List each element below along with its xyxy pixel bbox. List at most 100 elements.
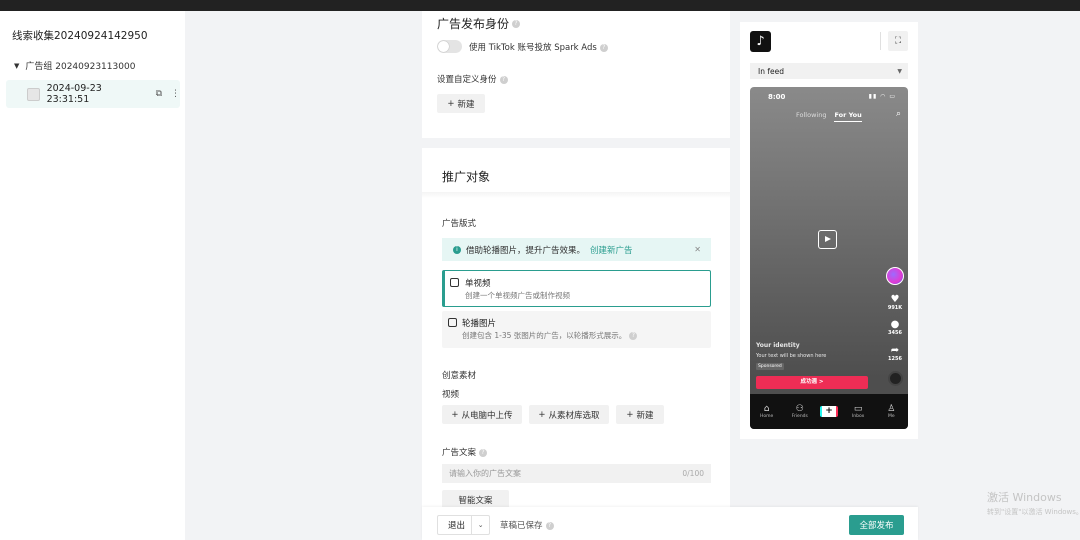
close-icon[interactable]: ✕ xyxy=(694,245,701,254)
upload-from-computer-button[interactable]: + 从电脑中上传 xyxy=(442,405,522,424)
select-from-library-label: 从素材库选取 xyxy=(548,410,600,421)
phone-ad-text: Your text will be shown here xyxy=(756,353,827,359)
share-action: ➦ 1256 xyxy=(883,345,907,362)
sponsored-badge: Sponsored xyxy=(756,363,784,370)
phone-feed-tabs: Following For You xyxy=(796,111,862,122)
smart-text-label: 智能文案 xyxy=(458,495,493,506)
watermark-title: 激活 Windows xyxy=(987,491,1062,504)
help-icon[interactable]: ? xyxy=(599,43,608,52)
upload-from-computer-label: 从电脑中上传 xyxy=(461,410,513,421)
video-icon xyxy=(450,278,459,287)
plus-icon: + xyxy=(451,409,459,420)
ad-text-label: 广告文案 xyxy=(442,448,477,458)
ad-item[interactable]: 2024-09-23 23:31:51 ⧉ ⋮ xyxy=(6,80,180,108)
windows-activation-watermark: 激活 Windows 转到"设置"以激活 Windows。 xyxy=(987,489,1080,517)
placement-select[interactable]: In feed ▼ xyxy=(750,63,908,79)
campaign-name[interactable]: 线索收集20240924142950 xyxy=(12,28,148,43)
exit-button[interactable]: 退出 ⌄ xyxy=(437,515,490,535)
help-icon[interactable]: ? xyxy=(512,19,521,28)
custom-identity-row: 设置自定义身份? xyxy=(437,73,508,85)
adgroup-item[interactable]: ▼ 广告组 20240923113000 xyxy=(14,59,136,73)
ad-thumbnail-icon xyxy=(27,87,40,101)
heart-icon: ♥ xyxy=(890,294,900,305)
plus-icon: + xyxy=(538,409,546,420)
friends-icon: ⚇ xyxy=(795,404,804,414)
new-video-label: 新建 xyxy=(636,410,654,421)
home-icon: ⌂ xyxy=(763,404,770,414)
video-label: 视频 xyxy=(442,390,460,400)
more-icon[interactable]: ⋮ xyxy=(171,89,180,99)
sidebar: 线索收集20240924142950 ▼ 广告组 20240923113000 … xyxy=(0,11,185,540)
spark-ads-toggle[interactable] xyxy=(437,40,462,53)
promotion-card: 推广对象 广告版式 i 借助轮播图片，提升广告效果。 创建新广告 ✕ 单视频 创… xyxy=(422,148,730,540)
search-icon: ⌕ xyxy=(895,109,901,119)
option-desc: 创建包含 1-35 张图片的广告，以轮播形式展示。? xyxy=(462,330,638,341)
ad-text-label-row: 广告文案? xyxy=(442,446,488,458)
phone-preview: 8:00 ▮▮ ◠ ▭ Following For You ⌕ ♥ 991K ● 3… xyxy=(750,87,908,429)
draft-status: 草稿已保存? xyxy=(500,519,554,531)
option-desc-text: 创建包含 1-35 张图片的广告，以轮播形式展示。 xyxy=(462,331,627,340)
format-option-carousel[interactable]: 轮播图片 创建包含 1-35 张图片的广告，以轮播形式展示。? xyxy=(442,311,711,348)
nav-label: Home xyxy=(759,414,774,419)
caret-down-icon[interactable]: ▼ xyxy=(14,62,19,70)
phone-bottom-nav: ⌂ Home ⚇ Friends + ▭ Inbox ♙ Me xyxy=(750,394,908,429)
adgroup-name: 广告组 20240923113000 xyxy=(25,62,136,72)
chevron-down-icon[interactable]: ⌄ xyxy=(471,516,489,534)
plus-icon: + xyxy=(447,98,455,109)
footer-bar: 退出 ⌄ 草稿已保存? 全部发布 xyxy=(422,507,918,540)
creative-label: 创意素材 xyxy=(442,371,477,381)
like-action: ♥ 991K xyxy=(883,294,907,311)
ad-text-input[interactable]: 请输入你的广告文案 0/100 xyxy=(442,464,711,483)
nav-label: Inbox xyxy=(851,414,865,419)
ad-name: 2024-09-23 23:31:51 xyxy=(46,83,102,105)
help-icon[interactable]: ? xyxy=(545,521,554,530)
tiktok-logo-icon: ♪ xyxy=(750,31,771,52)
phone-identity: Your identity xyxy=(756,342,800,349)
inbox-icon: ▭ xyxy=(853,404,863,414)
signal-battery-icon: ▮▮ ◠ ▭ xyxy=(868,93,896,100)
help-icon[interactable]: ? xyxy=(479,448,488,457)
like-count: 991K xyxy=(887,305,903,311)
help-icon[interactable]: ? xyxy=(629,332,638,340)
placement-value: In feed xyxy=(758,66,784,76)
new-identity-button[interactable]: + 新建 xyxy=(437,94,485,113)
comment-icon: ● xyxy=(890,319,900,330)
identity-title: 广告发布身份 xyxy=(437,17,510,31)
chevron-down-icon: ▼ xyxy=(897,67,902,75)
fullscreen-icon[interactable]: ⛶ xyxy=(888,31,908,51)
ad-text-placeholder: 请输入你的广告文案 xyxy=(449,469,521,478)
phone-time: 8:00 xyxy=(768,93,786,101)
carousel-info-banner: i 借助轮播图片，提升广告效果。 创建新广告 ✕ xyxy=(442,238,711,261)
identity-card: 广告发布身份? 使用 TikTok 账号投放 Spark Ads? 设置自定义身… xyxy=(422,11,730,138)
profile-icon: ♙ xyxy=(887,404,896,414)
comment-action: ● 3456 xyxy=(883,319,907,336)
ad-format-label: 广告版式 xyxy=(442,219,477,229)
draft-saved-label: 草稿已保存 xyxy=(500,521,543,531)
comment-count: 3456 xyxy=(888,330,902,336)
ad-preview-panel: ♪ ⛶ In feed ▼ 8:00 ▮▮ ◠ ▭ Following For … xyxy=(740,22,918,439)
window-top-bar xyxy=(0,0,1080,11)
option-title: 轮播图片 xyxy=(462,319,497,329)
publish-all-button[interactable]: 全部发布 xyxy=(849,515,904,535)
phone-tab-following: Following xyxy=(796,111,827,119)
ad-text-counter: 0/100 xyxy=(682,469,704,478)
select-from-library-button[interactable]: + 从素材库选取 xyxy=(529,405,609,424)
new-video-button[interactable]: + 新建 xyxy=(616,405,664,424)
plus-icon: + xyxy=(626,409,634,420)
avatar xyxy=(886,267,904,285)
phone-nav-home: ⌂ Home xyxy=(754,404,780,419)
spark-ads-label: 使用 TikTok 账号投放 Spark Ads xyxy=(469,43,597,53)
create-new-ad-link[interactable]: 创建新广告 xyxy=(590,244,633,256)
carousel-icon xyxy=(448,318,457,327)
option-desc: 创建一个单视频广告或制作视频 xyxy=(465,291,570,300)
share-icon: ➦ xyxy=(890,345,900,356)
custom-identity-label: 设置自定义身份 xyxy=(437,75,497,85)
promotion-title: 推广对象 xyxy=(442,170,491,184)
create-plus-icon: + xyxy=(819,406,838,417)
format-option-single-video[interactable]: 单视频 创建一个单视频广告或制作视频 xyxy=(442,270,711,307)
info-icon: i xyxy=(453,245,461,254)
copy-icon[interactable]: ⧉ xyxy=(156,89,162,99)
phone-nav-friends: ⚇ Friends xyxy=(787,404,813,419)
help-icon[interactable]: ? xyxy=(499,75,508,84)
spark-ads-row: 使用 TikTok 账号投放 Spark Ads? xyxy=(469,41,608,53)
